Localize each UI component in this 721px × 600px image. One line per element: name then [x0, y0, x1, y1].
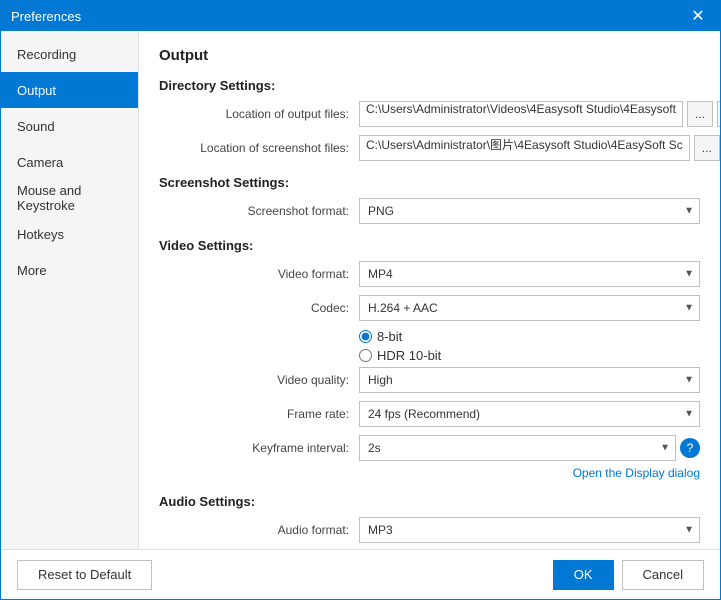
audio-format-control: MP3 AAC WAV FLAC ▼: [359, 517, 700, 543]
framerate-select[interactable]: 24 fps (Recommend) 30 fps 60 fps: [359, 401, 700, 427]
screenshot-more-button[interactable]: ...: [694, 135, 720, 161]
screenshot-format-wrapper: PNG JPG BMP GIF ▼: [359, 198, 700, 224]
codec-label: Codec:: [159, 301, 359, 315]
screenshot-files-label: Location of screenshot files:: [159, 141, 359, 155]
keyframe-select[interactable]: 2s 1s 3s 4s: [359, 435, 676, 461]
screenshot-files-path: C:\Users\Administrator\图片\4Easysoft Stud…: [359, 135, 690, 161]
sidebar-item-output[interactable]: Output: [1, 72, 138, 108]
keyframe-wrapper: 2s 1s 3s 4s ▼: [359, 435, 676, 461]
sidebar-item-recording[interactable]: Recording: [1, 36, 138, 72]
hdr-option[interactable]: HDR 10-bit: [359, 348, 441, 363]
framerate-row: Frame rate: 24 fps (Recommend) 30 fps 60…: [159, 401, 700, 427]
codec-row: Codec: H.264 + AAC H.265 + AAC H.264 + M…: [159, 295, 700, 321]
main-content: Output Directory Settings: Location of o…: [139, 31, 720, 549]
output-files-path: C:\Users\Administrator\Videos\4Easysoft …: [359, 101, 683, 127]
output-files-control: C:\Users\Administrator\Videos\4Easysoft …: [359, 101, 720, 127]
video-format-wrapper: MP4 MOV AVI MKV ▼: [359, 261, 700, 287]
sidebar: Recording Output Sound Camera Mouse and …: [1, 31, 139, 549]
video-quality-label: Video quality:: [159, 373, 359, 387]
footer-right: OK Cancel: [553, 560, 704, 590]
video-format-label: Video format:: [159, 267, 359, 281]
sidebar-item-sound[interactable]: Sound: [1, 108, 138, 144]
output-files-label: Location of output files:: [159, 107, 359, 121]
bit-8-option[interactable]: 8-bit: [359, 329, 402, 344]
help-button[interactable]: ?: [680, 438, 700, 458]
sidebar-item-mouse-keystroke[interactable]: Mouse and Keystroke: [1, 180, 138, 216]
sidebar-item-recording-label: Recording: [17, 47, 76, 62]
framerate-wrapper: 24 fps (Recommend) 30 fps 60 fps ▼: [359, 401, 700, 427]
audio-format-row: Audio format: MP3 AAC WAV FLAC ▼: [159, 517, 700, 543]
window-title: Preferences: [11, 9, 81, 24]
keyframe-label: Keyframe interval:: [159, 441, 359, 455]
video-format-control: MP4 MOV AVI MKV ▼: [359, 261, 700, 287]
framerate-label: Frame rate:: [159, 407, 359, 421]
close-button[interactable]: ✕: [686, 4, 710, 28]
sidebar-item-sound-label: Sound: [17, 119, 55, 134]
screenshot-format-row: Screenshot format: PNG JPG BMP GIF ▼: [159, 198, 700, 224]
keyframe-control: 2s 1s 3s 4s ▼ ?: [359, 435, 700, 461]
audio-settings-title: Audio Settings:: [159, 494, 700, 509]
framerate-control: 24 fps (Recommend) 30 fps 60 fps ▼: [359, 401, 700, 427]
audio-format-select[interactable]: MP3 AAC WAV FLAC: [359, 517, 700, 543]
reset-button[interactable]: Reset to Default: [17, 560, 152, 590]
sidebar-item-camera-label: Camera: [17, 155, 63, 170]
open-display-container: Open the Display dialog: [159, 465, 700, 480]
screenshot-format-control: PNG JPG BMP GIF ▼: [359, 198, 700, 224]
audio-format-wrapper: MP3 AAC WAV FLAC ▼: [359, 517, 700, 543]
sidebar-item-camera[interactable]: Camera: [1, 144, 138, 180]
video-quality-select[interactable]: High Medium Low: [359, 367, 700, 393]
codec-wrapper: H.264 + AAC H.265 + AAC H.264 + MP3 ▼: [359, 295, 700, 321]
codec-select[interactable]: H.264 + AAC H.265 + AAC H.264 + MP3: [359, 295, 700, 321]
output-more-button[interactable]: ...: [687, 101, 713, 127]
sidebar-item-hotkeys-label: Hotkeys: [17, 227, 64, 242]
screenshot-files-control: C:\Users\Administrator\图片\4Easysoft Stud…: [359, 135, 720, 161]
hdr-radio[interactable]: [359, 349, 372, 362]
output-files-row: Location of output files: C:\Users\Admin…: [159, 101, 700, 127]
sidebar-item-mouse-keystroke-label: Mouse and Keystroke: [17, 183, 122, 213]
screenshot-format-label: Screenshot format:: [159, 204, 359, 218]
hdr-label: HDR 10-bit: [377, 348, 441, 363]
screenshot-settings-title: Screenshot Settings:: [159, 175, 700, 190]
output-folder-button[interactable]: 🗁: [717, 101, 720, 127]
ok-button[interactable]: OK: [553, 560, 614, 590]
hdr-row: HDR 10-bit: [159, 348, 700, 363]
bit-8-radio[interactable]: [359, 330, 372, 343]
video-quality-row: Video quality: High Medium Low ▼: [159, 367, 700, 393]
directory-settings-title: Directory Settings:: [159, 78, 700, 93]
screenshot-files-row: Location of screenshot files: C:\Users\A…: [159, 135, 700, 161]
video-format-row: Video format: MP4 MOV AVI MKV ▼: [159, 261, 700, 287]
video-quality-wrapper: High Medium Low ▼: [359, 367, 700, 393]
sidebar-item-output-label: Output: [17, 83, 56, 98]
video-settings-title: Video Settings:: [159, 238, 700, 253]
cancel-button[interactable]: Cancel: [622, 560, 704, 590]
keyframe-row: Keyframe interval: 2s 1s 3s 4s ▼ ?: [159, 435, 700, 461]
title-bar: Preferences ✕: [1, 1, 720, 31]
audio-format-label: Audio format:: [159, 523, 359, 537]
sidebar-item-more[interactable]: More: [1, 252, 138, 288]
page-title: Output: [159, 47, 700, 64]
video-format-select[interactable]: MP4 MOV AVI MKV: [359, 261, 700, 287]
sidebar-item-hotkeys[interactable]: Hotkeys: [1, 216, 138, 252]
bit-8-label: 8-bit: [377, 329, 402, 344]
preferences-window: Preferences ✕ Recording Output Sound Cam…: [0, 0, 721, 600]
video-quality-control: High Medium Low ▼: [359, 367, 700, 393]
bit-8-row: 8-bit: [159, 329, 700, 344]
screenshot-format-select[interactable]: PNG JPG BMP GIF: [359, 198, 700, 224]
footer: Reset to Default OK Cancel: [1, 549, 720, 599]
codec-control: H.264 + AAC H.265 + AAC H.264 + MP3 ▼: [359, 295, 700, 321]
open-display-link[interactable]: Open the Display dialog: [573, 466, 700, 480]
sidebar-item-more-label: More: [17, 263, 47, 278]
window-body: Recording Output Sound Camera Mouse and …: [1, 31, 720, 549]
